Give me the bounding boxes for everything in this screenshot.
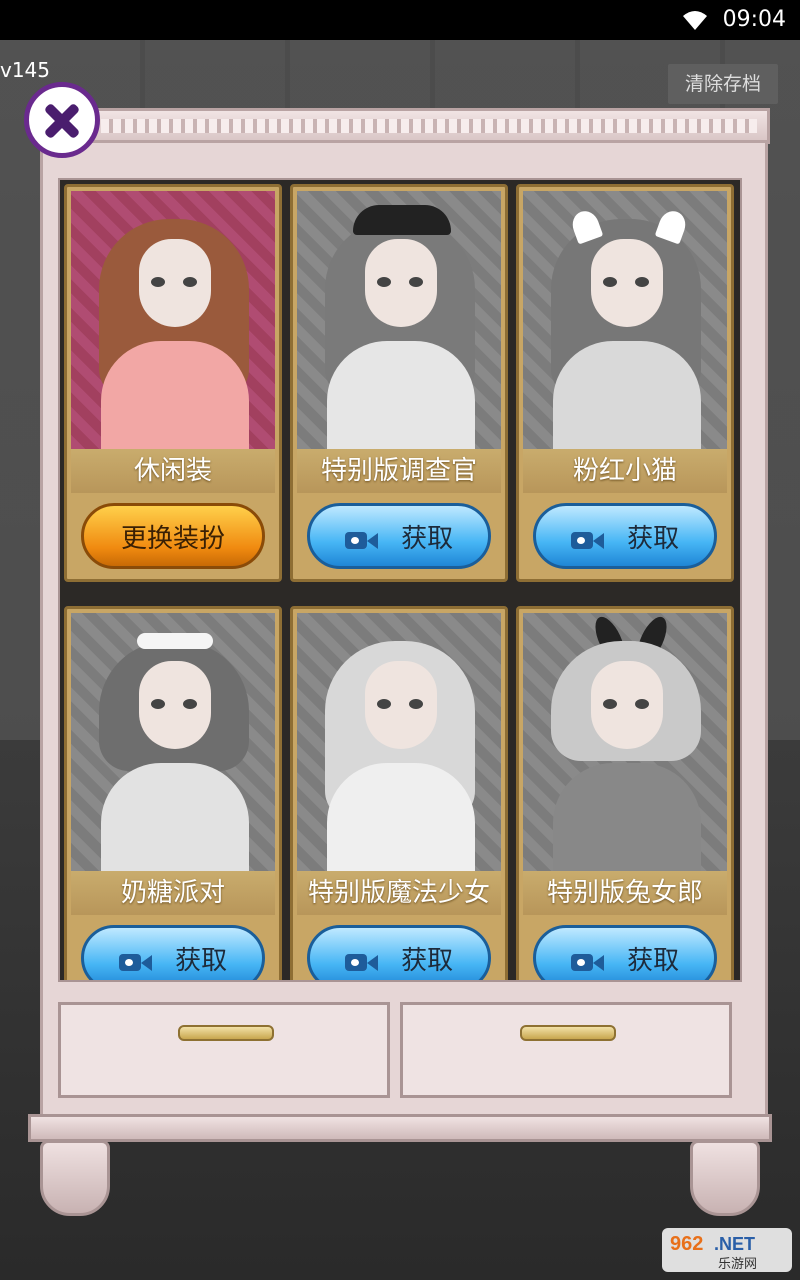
get-label: 获取 xyxy=(627,524,680,554)
outfit-name: 特别版调查官 xyxy=(297,449,501,493)
outfit-portrait xyxy=(297,613,501,873)
outfit-card: 特别版魔法少女 获取 xyxy=(290,606,508,980)
outfit-portrait xyxy=(297,191,501,451)
outfit-card: 奶糖派对 获取 xyxy=(64,606,282,980)
change-outfit-button[interactable]: 更换装扮 xyxy=(81,503,265,569)
change-outfit-label: 更换装扮 xyxy=(120,524,225,554)
watermark-logo: 962 .NET 乐游网 xyxy=(662,1228,792,1272)
video-camera-icon xyxy=(344,529,379,551)
wardrobe-leg-right xyxy=(690,1140,760,1216)
wardrobe-base xyxy=(28,1114,772,1142)
video-camera-icon xyxy=(570,529,605,551)
video-camera-icon xyxy=(570,951,605,973)
get-label: 获取 xyxy=(401,946,454,976)
drawer-right xyxy=(400,1002,732,1098)
outfit-grid: 休闲装 更换装扮 特别版调查官 获取 粉红小猫 获取 奶糖派对 获取 特别版魔法… xyxy=(58,178,742,982)
outfit-name: 特别版魔法少女 xyxy=(297,871,501,915)
svg-text:962: 962 xyxy=(670,1233,703,1255)
watch-video-get-button[interactable]: 获取 xyxy=(81,925,265,980)
outfit-portrait xyxy=(71,613,275,873)
svg-text:.NET: .NET xyxy=(714,1234,755,1254)
outfit-portrait xyxy=(523,612,727,873)
outfit-card: 粉红小猫 获取 xyxy=(516,184,734,582)
wardrobe-leg-left xyxy=(40,1140,110,1216)
outfit-name: 休闲装 xyxy=(71,449,275,493)
watch-video-get-button[interactable]: 获取 xyxy=(307,925,491,980)
watch-video-get-button[interactable]: 获取 xyxy=(533,925,717,980)
close-button[interactable] xyxy=(24,82,100,158)
outfit-portrait xyxy=(71,191,275,451)
watch-video-get-button[interactable]: 获取 xyxy=(533,503,717,569)
drawer-handle xyxy=(178,1025,274,1041)
clear-save-button[interactable]: 清除存档 xyxy=(668,64,778,104)
outfit-portrait xyxy=(523,191,727,451)
get-label: 获取 xyxy=(175,946,228,976)
version-label: v145 xyxy=(0,58,51,82)
video-camera-icon xyxy=(118,951,153,973)
outfit-name: 粉红小猫 xyxy=(523,449,727,493)
drawer-handle xyxy=(520,1025,616,1041)
wardrobe-crown xyxy=(38,108,770,144)
outfit-card: 特别版调查官 获取 xyxy=(290,184,508,582)
status-time: 09:04 xyxy=(722,7,786,32)
get-label: 获取 xyxy=(401,524,454,554)
outfit-card: 休闲装 更换装扮 xyxy=(64,184,282,582)
drawer-left xyxy=(58,1002,390,1098)
status-bar: 09:04 xyxy=(0,0,800,40)
svg-text:乐游网: 乐游网 xyxy=(718,1257,757,1272)
outfit-name: 奶糖派对 xyxy=(71,871,275,915)
get-label: 获取 xyxy=(627,946,680,976)
outfit-name: 特别版兔女郎 xyxy=(523,871,727,915)
video-camera-icon xyxy=(344,951,379,973)
outfit-card: 特别版兔女郎 获取 xyxy=(516,606,734,980)
watch-video-get-button[interactable]: 获取 xyxy=(307,503,491,569)
wifi-icon xyxy=(683,11,707,30)
